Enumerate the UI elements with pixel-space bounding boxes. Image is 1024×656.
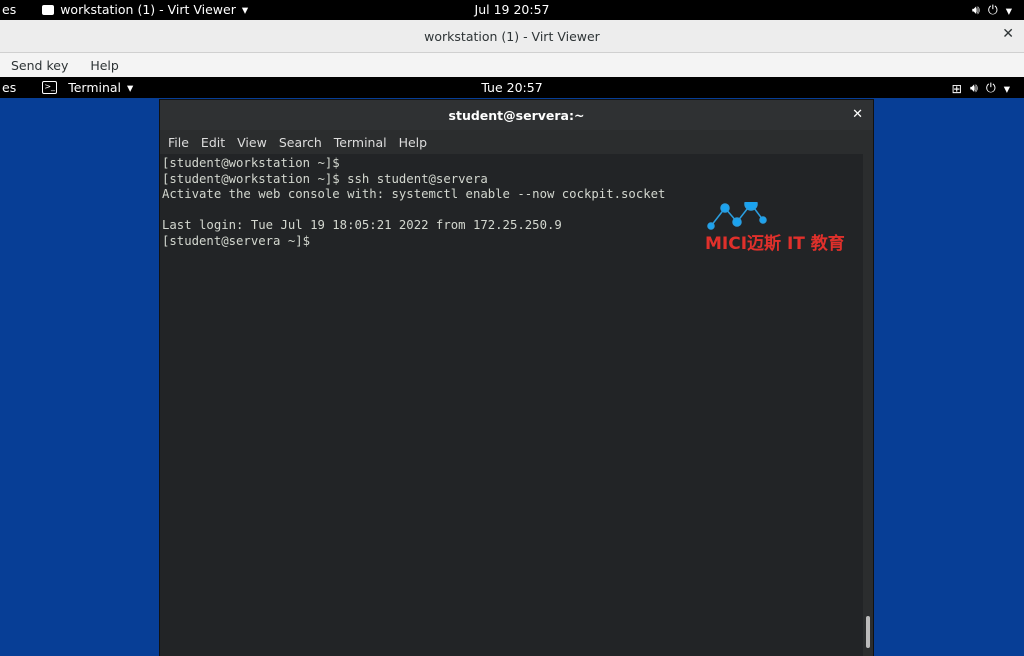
chevron-down-icon: ▾ xyxy=(1003,80,1010,96)
scrollbar-thumb[interactable] xyxy=(866,616,870,648)
viewer-title: workstation (1) - Virt Viewer xyxy=(424,29,600,44)
menu-help[interactable]: Help xyxy=(393,135,434,150)
terminal-scrollbar[interactable] xyxy=(863,154,873,656)
watermark-logo: MICI迈斯 IT 教育 xyxy=(705,197,855,254)
terminal-close-button[interactable]: ✕ xyxy=(852,107,863,122)
chevron-down-icon: ▾ xyxy=(1005,2,1012,18)
menu-search[interactable]: Search xyxy=(273,135,328,150)
host-clock[interactable]: Jul 19 20:57 xyxy=(0,2,1024,17)
viewer-menu-bar: Send key Help xyxy=(0,53,1024,77)
volume-icon: 🔊︎ xyxy=(969,80,978,95)
terminal-output[interactable]: [student@workstation ~]$ [student@workst… xyxy=(160,154,863,656)
menu-edit[interactable]: Edit xyxy=(195,135,231,150)
guest-system-menu[interactable]: ⊞ 🔊︎ ⏻ ▾ xyxy=(951,80,1010,96)
host-top-bar: es workstation (1) - Virt Viewer ▾ Jul 1… xyxy=(0,0,1024,20)
network-logo-icon xyxy=(707,197,767,230)
menu-file[interactable]: File xyxy=(162,135,195,150)
viewer-close-button[interactable]: ✕ xyxy=(1002,26,1014,42)
terminal-window[interactable]: student@servera:~ ✕ File Edit View Searc… xyxy=(160,100,873,656)
terminal-line: [student@workstation ~]$ xyxy=(162,156,340,170)
guest-desktop: es >_ Terminal ▾ Tue 20:57 ⊞ 🔊︎ ⏻ ▾ stud… xyxy=(0,77,1024,656)
watermark-text: MICI迈斯 IT 教育 xyxy=(705,234,845,254)
menu-help[interactable]: Help xyxy=(79,58,130,73)
terminal-header-bar: student@servera:~ ✕ xyxy=(160,100,873,130)
viewer-title-bar: workstation (1) - Virt Viewer ✕ xyxy=(0,20,1024,53)
terminal-line: Last login: Tue Jul 19 18:05:21 2022 fro… xyxy=(162,218,562,232)
menu-terminal[interactable]: Terminal xyxy=(328,135,393,150)
terminal-menu-bar: File Edit View Search Terminal Help xyxy=(160,130,873,154)
guest-clock[interactable]: Tue 20:57 xyxy=(0,80,1024,95)
system-menu[interactable]: 🔊︎ ⏻ ▾ xyxy=(972,2,1012,18)
network-icon: ⊞ xyxy=(951,80,962,96)
terminal-line: [student@servera ~]$ xyxy=(162,233,311,248)
power-icon: ⏻ xyxy=(987,2,998,17)
terminal-line: Activate the web console with: systemctl… xyxy=(162,187,666,201)
volume-icon: 🔊︎ xyxy=(971,2,980,17)
power-icon: ⏻ xyxy=(985,80,996,95)
menu-view[interactable]: View xyxy=(231,135,273,150)
menu-send-key[interactable]: Send key xyxy=(0,58,79,73)
terminal-line: [student@workstation ~]$ ssh student@ser… xyxy=(162,171,488,186)
terminal-title: student@servera:~ xyxy=(448,108,585,123)
guest-top-bar: es >_ Terminal ▾ Tue 20:57 ⊞ 🔊︎ ⏻ ▾ xyxy=(0,77,1024,98)
